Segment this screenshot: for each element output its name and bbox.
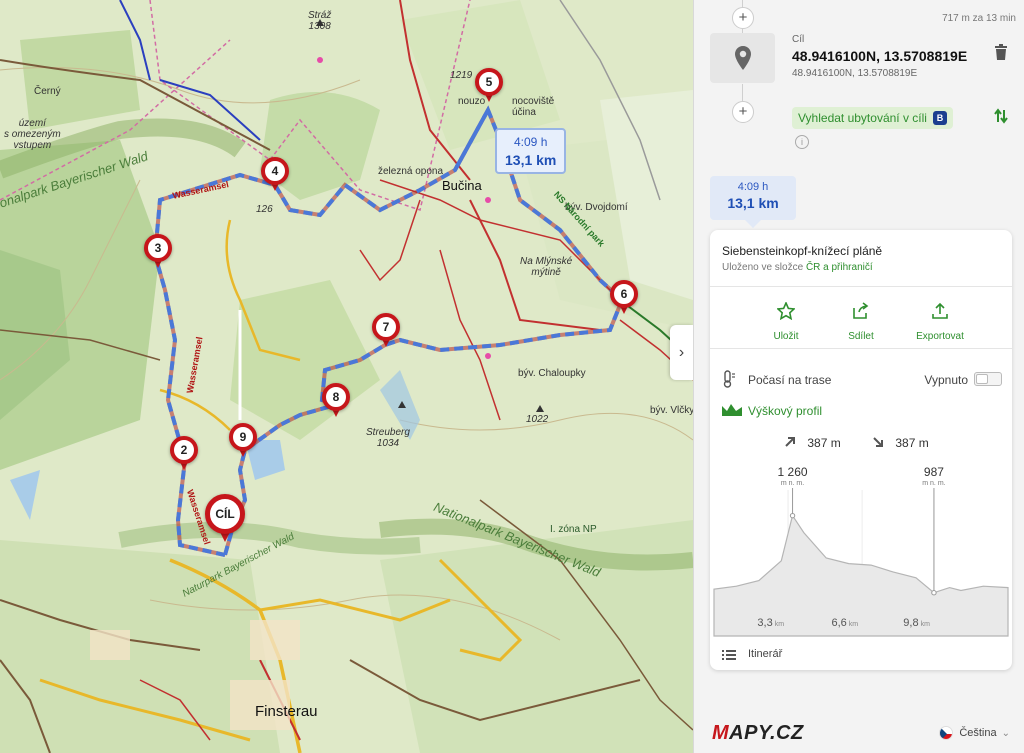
weather-state: Vypnuto bbox=[924, 373, 968, 387]
segment-info: 717 m za 13 min bbox=[942, 13, 1016, 24]
min-elevation-dot bbox=[931, 590, 937, 596]
folder-link[interactable]: ČR a přihraničí bbox=[806, 262, 873, 273]
goal-coordinates-sub: 48.9416100N, 13.5708819E bbox=[792, 68, 918, 79]
waypoint-5[interactable]: 5 bbox=[475, 68, 505, 108]
waypoint-9[interactable]: 9 bbox=[229, 423, 259, 463]
collapse-panel-button[interactable]: › bbox=[670, 325, 693, 380]
elevation-label-1022: 1022 bbox=[526, 414, 549, 425]
search-accommodation-button[interactable]: Vyhledat ubytování v cíli B bbox=[792, 107, 953, 129]
goal-coordinates[interactable]: 48.9416100N, 13.5708819E bbox=[792, 48, 967, 64]
goal-caption: Cíl bbox=[792, 34, 805, 45]
max-elevation-dot bbox=[789, 512, 796, 519]
summary-caret bbox=[745, 220, 761, 228]
weather-row: Počasí na trase Vypnuto bbox=[722, 370, 1002, 390]
waypoint-7[interactable]: 7 bbox=[372, 313, 402, 353]
map-canvas[interactable] bbox=[0, 0, 693, 753]
goal-tile[interactable] bbox=[710, 33, 775, 83]
summary-distance: 13,1 km bbox=[727, 195, 779, 211]
ascent: 387 m bbox=[784, 436, 841, 450]
route-summary: 4:09 h 13,1 km bbox=[710, 176, 796, 220]
restricted-area-label: území s omezeným vstupem bbox=[4, 118, 61, 151]
chevron-down-icon: ⌄ bbox=[1001, 727, 1010, 739]
zone-label: I. zóna NP bbox=[550, 524, 597, 535]
divider-2 bbox=[710, 348, 1012, 349]
waypoint-6[interactable]: 6 bbox=[610, 280, 640, 320]
location-pin-icon bbox=[734, 46, 751, 70]
waypoint-2[interactable]: 2 bbox=[170, 436, 200, 476]
iron-curtain-label: železná opona bbox=[378, 166, 444, 177]
thermometer-icon bbox=[723, 370, 735, 388]
export-button[interactable]: Exportovat bbox=[900, 302, 980, 342]
weather-label: Počasí na trase bbox=[748, 373, 832, 387]
share-button[interactable]: Sdílet bbox=[821, 302, 901, 342]
info-icon[interactable]: i bbox=[795, 135, 809, 149]
weather-toggle[interactable] bbox=[974, 372, 1002, 386]
shelter-label-2: nocoviště bbox=[512, 96, 555, 107]
place-label-vlcky: býv. Vlčky bbox=[650, 405, 693, 416]
waypoint-4[interactable]: 4 bbox=[261, 157, 291, 197]
place-label-chaloupky: býv. Chaloupky bbox=[518, 368, 586, 379]
route-connector-3 bbox=[742, 84, 743, 101]
elevation-label-126: 126 bbox=[256, 204, 273, 215]
shelter-label-3: účina bbox=[512, 107, 536, 118]
arrow-up-right-icon bbox=[785, 437, 795, 447]
arrow-down-right-icon bbox=[873, 437, 883, 447]
delete-goal-button[interactable] bbox=[994, 44, 1008, 65]
town-label-finsterau: Finsterau bbox=[255, 703, 318, 720]
elevation-profile-header[interactable]: Výškový profil bbox=[722, 402, 822, 421]
share-icon bbox=[853, 302, 869, 319]
chevron-right-icon: › bbox=[678, 343, 685, 361]
language-selector[interactable]: Čeština ⌄ bbox=[939, 726, 1010, 740]
place-label-cerny: Černý bbox=[34, 86, 61, 97]
czech-flag-icon bbox=[939, 726, 954, 740]
min-elevation-unit: m n. m. bbox=[922, 480, 945, 487]
goal-pin[interactable]: CÍL bbox=[205, 494, 245, 542]
save-button[interactable]: Uložit bbox=[746, 301, 826, 342]
trash-icon bbox=[995, 44, 1007, 60]
add-waypoint-button[interactable]: + bbox=[732, 7, 754, 29]
language-label: Čeština bbox=[959, 727, 997, 739]
max-elevation-value: 1 260 bbox=[778, 465, 808, 479]
reverse-route-button[interactable] bbox=[994, 108, 1008, 129]
swap-arrows-icon bbox=[994, 108, 1008, 124]
star-icon bbox=[776, 301, 796, 321]
add-waypoint-after-button[interactable]: + bbox=[732, 101, 754, 123]
mountain-icon bbox=[722, 404, 742, 416]
village-label-bucina: Bučina bbox=[442, 178, 482, 193]
booking-icon: B bbox=[932, 111, 947, 125]
elevation-label: 1219 bbox=[450, 70, 473, 81]
descent: 387 m bbox=[872, 436, 929, 450]
min-elevation-value: 987 bbox=[924, 465, 944, 479]
route-info-bubble[interactable]: 4:09 h 13,1 km bbox=[495, 128, 567, 174]
place-label-mlynske: Na Mlýnské mýtině bbox=[520, 256, 573, 278]
waypoint-3[interactable]: 3 bbox=[144, 234, 174, 274]
mapy-cz-logo[interactable]: MAPY.CZ bbox=[712, 722, 804, 745]
route-time: 4:09 h bbox=[514, 135, 548, 149]
route-title: Siebensteinkopf-knížecí pláně bbox=[722, 244, 883, 258]
elevation-profile-chart[interactable]: 1 260 m n. m. 987 m n. m. 3,3 km 6,6 km 9,8 k… bbox=[710, 460, 1012, 640]
summary-time: 4:09 h bbox=[737, 181, 769, 193]
route-panel: + 717 m za 13 min Cíl 48.9416100N, 13.57… bbox=[693, 0, 1024, 753]
peak-label-straz: Stráž 1308 bbox=[308, 10, 332, 32]
export-icon bbox=[932, 302, 948, 319]
map-view[interactable]: Stráž 1308 1219 nouzo nocoviště účina žel… bbox=[0, 0, 693, 753]
waypoint-8[interactable]: 8 bbox=[322, 383, 352, 423]
list-icon bbox=[722, 650, 736, 660]
route-distance: 13,1 km bbox=[505, 152, 557, 168]
peak-label-streuberg: Streuberg 1034 bbox=[366, 427, 410, 449]
max-elevation-unit: m n. m. bbox=[781, 480, 804, 487]
route-folder: Uloženo ve složce ČR a přihraničí bbox=[722, 262, 873, 273]
route-card: Siebensteinkopf-knížecí pláně Uloženo ve… bbox=[710, 230, 1012, 670]
divider bbox=[710, 286, 1012, 287]
